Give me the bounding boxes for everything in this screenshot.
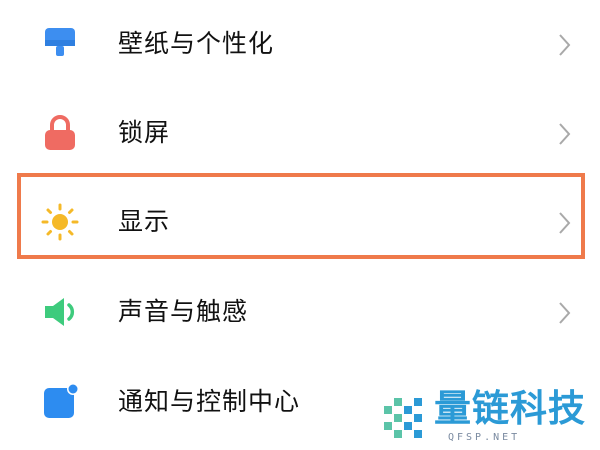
watermark: 量链科技 QFSP.NET bbox=[378, 388, 600, 450]
sun-icon bbox=[41, 203, 79, 241]
settings-item-lock-screen[interactable]: 锁屏 bbox=[0, 89, 600, 177]
settings-item-label: 壁纸与个性化 bbox=[118, 29, 275, 58]
settings-item-wallpaper[interactable]: 壁纸与个性化 bbox=[0, 0, 600, 88]
notification-icon bbox=[44, 383, 79, 418]
chevron-right-icon bbox=[559, 123, 571, 145]
lock-icon bbox=[45, 115, 75, 150]
settings-item-label: 显示 bbox=[118, 207, 171, 236]
speaker-icon bbox=[45, 298, 75, 326]
settings-item-label: 通知与控制中心 bbox=[118, 387, 301, 416]
settings-item-sound[interactable]: 声音与触感 bbox=[0, 268, 600, 356]
chevron-right-icon bbox=[559, 212, 571, 234]
settings-item-display[interactable]: 显示 bbox=[0, 178, 600, 266]
settings-list: 壁纸与个性化 锁屏 显示 声音与触感 通知与控制中心 bbox=[0, 0, 600, 450]
watermark-logo-icon bbox=[384, 398, 422, 438]
watermark-url: QFSP.NET bbox=[448, 432, 521, 443]
chevron-right-icon bbox=[559, 34, 571, 56]
chevron-right-icon bbox=[559, 302, 571, 324]
settings-item-label: 锁屏 bbox=[118, 118, 171, 147]
wallpaper-icon bbox=[45, 28, 75, 56]
settings-item-label: 声音与触感 bbox=[118, 297, 249, 326]
watermark-name: 量链科技 bbox=[434, 387, 586, 430]
